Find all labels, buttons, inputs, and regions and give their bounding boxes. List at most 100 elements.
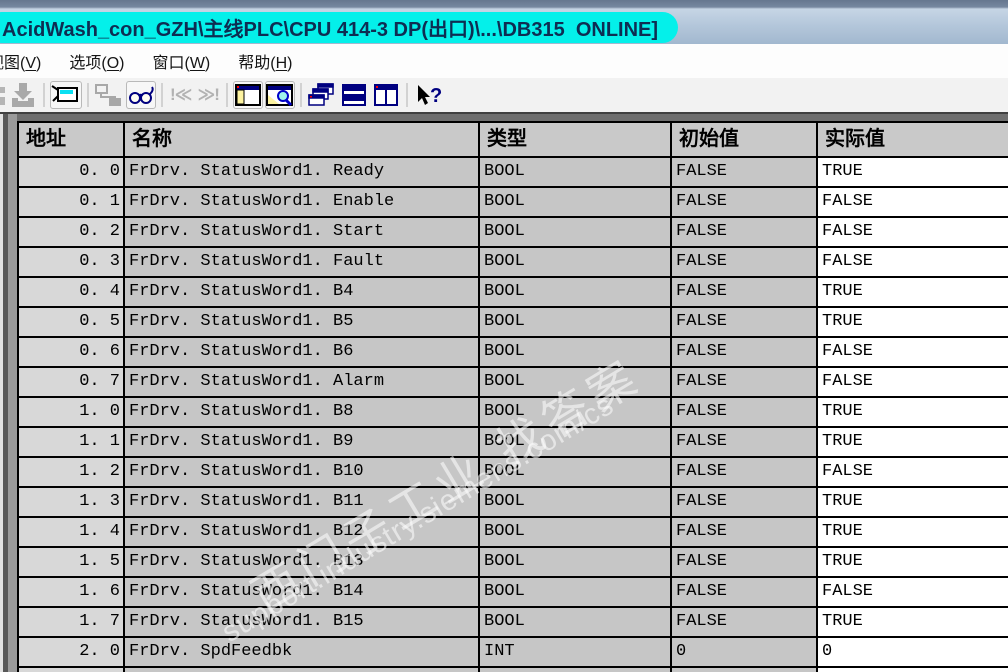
cell-address[interactable]: 1. 1 (19, 428, 123, 456)
cell-type[interactable]: BOOL (480, 578, 670, 606)
cell-actual[interactable]: TRUE (818, 488, 1008, 516)
cell-name[interactable]: FrDrv. StatusWord1. B9 (125, 428, 478, 456)
cell-type[interactable]: BOOL (480, 368, 670, 396)
cell-type[interactable]: BOOL (480, 428, 670, 456)
cell-type[interactable]: BOOL (480, 308, 670, 336)
context-help-button[interactable]: ? (413, 81, 443, 109)
cell-name[interactable]: FrDrv. StatusWord1. Alarm (125, 368, 478, 396)
cell-type[interactable]: BOOL (480, 548, 670, 576)
cell-actual[interactable]: TRUE (818, 428, 1008, 456)
cell-name[interactable] (125, 668, 478, 672)
cell-actual[interactable]: TRUE (818, 518, 1008, 546)
cell-address[interactable]: 1. 5 (19, 548, 123, 576)
cell-type[interactable]: BOOL (480, 188, 670, 216)
cascade-windows-button[interactable] (307, 81, 337, 109)
cell-actual[interactable]: TRUE (818, 308, 1008, 336)
cell-name[interactable]: FrDrv. StatusWord1. B6 (125, 338, 478, 366)
cell-actual[interactable]: TRUE (818, 278, 1008, 306)
zoom-window-button[interactable] (264, 81, 295, 109)
cell-actual[interactable]: FALSE (818, 458, 1008, 486)
cell-initial[interactable]: FALSE (672, 458, 816, 486)
cell-type[interactable]: BOOL (480, 398, 670, 426)
cell-name[interactable]: FrDrv. StatusWord1. B15 (125, 608, 478, 636)
monitor-variables-button[interactable] (126, 81, 156, 109)
cell-address[interactable]: 0. 7 (19, 368, 123, 396)
cell-address[interactable]: 0. 3 (19, 248, 123, 276)
cell-name[interactable]: FrDrv. StatusWord1. B13 (125, 548, 478, 576)
network-button[interactable] (94, 81, 124, 109)
cell-name[interactable]: FrDrv. StatusWord1. Fault (125, 248, 478, 276)
menu-item-o[interactable]: 选项(O) (69, 49, 124, 73)
menu-item-v[interactable]: 视图(V) (0, 49, 41, 73)
cell-address[interactable]: 0. 6 (19, 338, 123, 366)
cell-initial[interactable]: FALSE (672, 578, 816, 606)
tile-vertical-button[interactable] (371, 81, 401, 109)
cell-actual[interactable]: TRUE (818, 158, 1008, 186)
cell-initial[interactable]: FALSE (672, 488, 816, 516)
cell-address[interactable]: 1. 4 (19, 518, 123, 546)
tile-horizontal-button[interactable] (339, 81, 369, 109)
cell-address[interactable]: 0. 4 (19, 278, 123, 306)
column-header[interactable]: 实际值 (818, 123, 1008, 156)
cell-actual[interactable]: FALSE (818, 188, 1008, 216)
cell-name[interactable]: FrDrv. StatusWord1. B5 (125, 308, 478, 336)
cell-actual[interactable] (818, 668, 1008, 672)
cell-address[interactable]: 1. 7 (19, 608, 123, 636)
cell-name[interactable]: FrDrv. StatusWord1. Enable (125, 188, 478, 216)
cell-address[interactable]: 1. 2 (19, 458, 123, 486)
cell-type[interactable]: BOOL (480, 488, 670, 516)
column-header[interactable]: 名称 (125, 123, 478, 156)
cell-address[interactable]: 0. 1 (19, 188, 123, 216)
cell-address[interactable]: 0. 5 (19, 308, 123, 336)
cell-type[interactable]: BOOL (480, 248, 670, 276)
cell-actual[interactable]: FALSE (818, 248, 1008, 276)
cell-type[interactable]: BOOL (480, 338, 670, 366)
cell-address[interactable] (19, 668, 123, 672)
cell-actual[interactable]: TRUE (818, 398, 1008, 426)
cell-initial[interactable]: FALSE (672, 218, 816, 246)
cell-initial[interactable]: FALSE (672, 548, 816, 576)
cell-name[interactable]: FrDrv. StatusWord1. B4 (125, 278, 478, 306)
cell-type[interactable]: BOOL (480, 278, 670, 306)
cell-address[interactable]: 0. 2 (19, 218, 123, 246)
column-header[interactable]: 初始值 (672, 123, 816, 156)
cell-initial[interactable]: FALSE (672, 248, 816, 276)
accessible-nodes-button[interactable] (50, 81, 82, 109)
cell-initial[interactable]: FALSE (672, 308, 816, 336)
cell-actual[interactable]: FALSE (818, 578, 1008, 606)
cell-actual[interactable]: TRUE (818, 548, 1008, 576)
download-button[interactable] (8, 81, 38, 109)
cell-name[interactable]: FrDrv. StatusWord1. Start (125, 218, 478, 246)
menu-item-w[interactable]: 窗口(W) (152, 49, 210, 73)
cell-name[interactable]: FrDrv. StatusWord1. B11 (125, 488, 478, 516)
cell-type[interactable]: BOOL (480, 158, 670, 186)
cell-actual[interactable]: FALSE (818, 218, 1008, 246)
cell-initial[interactable] (672, 668, 816, 672)
cell-initial[interactable]: FALSE (672, 158, 816, 186)
cell-address[interactable]: 1. 3 (19, 488, 123, 516)
menu-item-h[interactable]: 帮助(H) (238, 49, 292, 73)
cell-name[interactable]: FrDrv. StatusWord1. Ready (125, 158, 478, 186)
cell-initial[interactable]: FALSE (672, 428, 816, 456)
cell-type[interactable]: INT (480, 638, 670, 666)
cell-type[interactable]: BOOL (480, 218, 670, 246)
cell-type[interactable]: BOOL (480, 458, 670, 486)
cell-initial[interactable]: FALSE (672, 338, 816, 366)
column-header[interactable]: 地址 (19, 123, 123, 156)
cell-address[interactable]: 0. 0 (19, 158, 123, 186)
previous-error-button[interactable]: !≪ (167, 85, 194, 105)
cell-address[interactable]: 1. 6 (19, 578, 123, 606)
cell-address[interactable]: 2. 0 (19, 638, 123, 666)
cell-actual[interactable]: FALSE (818, 338, 1008, 366)
cell-initial[interactable]: FALSE (672, 278, 816, 306)
cell-initial[interactable]: FALSE (672, 398, 816, 426)
cell-name[interactable]: FrDrv. StatusWord1. B10 (125, 458, 478, 486)
cell-address[interactable]: 1. 0 (19, 398, 123, 426)
cell-name[interactable]: FrDrv. SpdFeedbk (125, 638, 478, 666)
cell-type[interactable]: BOOL (480, 518, 670, 546)
cell-actual[interactable]: TRUE (818, 608, 1008, 636)
next-error-button[interactable]: ≫! (194, 85, 221, 105)
cell-initial[interactable]: 0 (672, 638, 816, 666)
toggle-sidebar-button[interactable] (232, 81, 263, 109)
cell-initial[interactable]: FALSE (672, 608, 816, 636)
